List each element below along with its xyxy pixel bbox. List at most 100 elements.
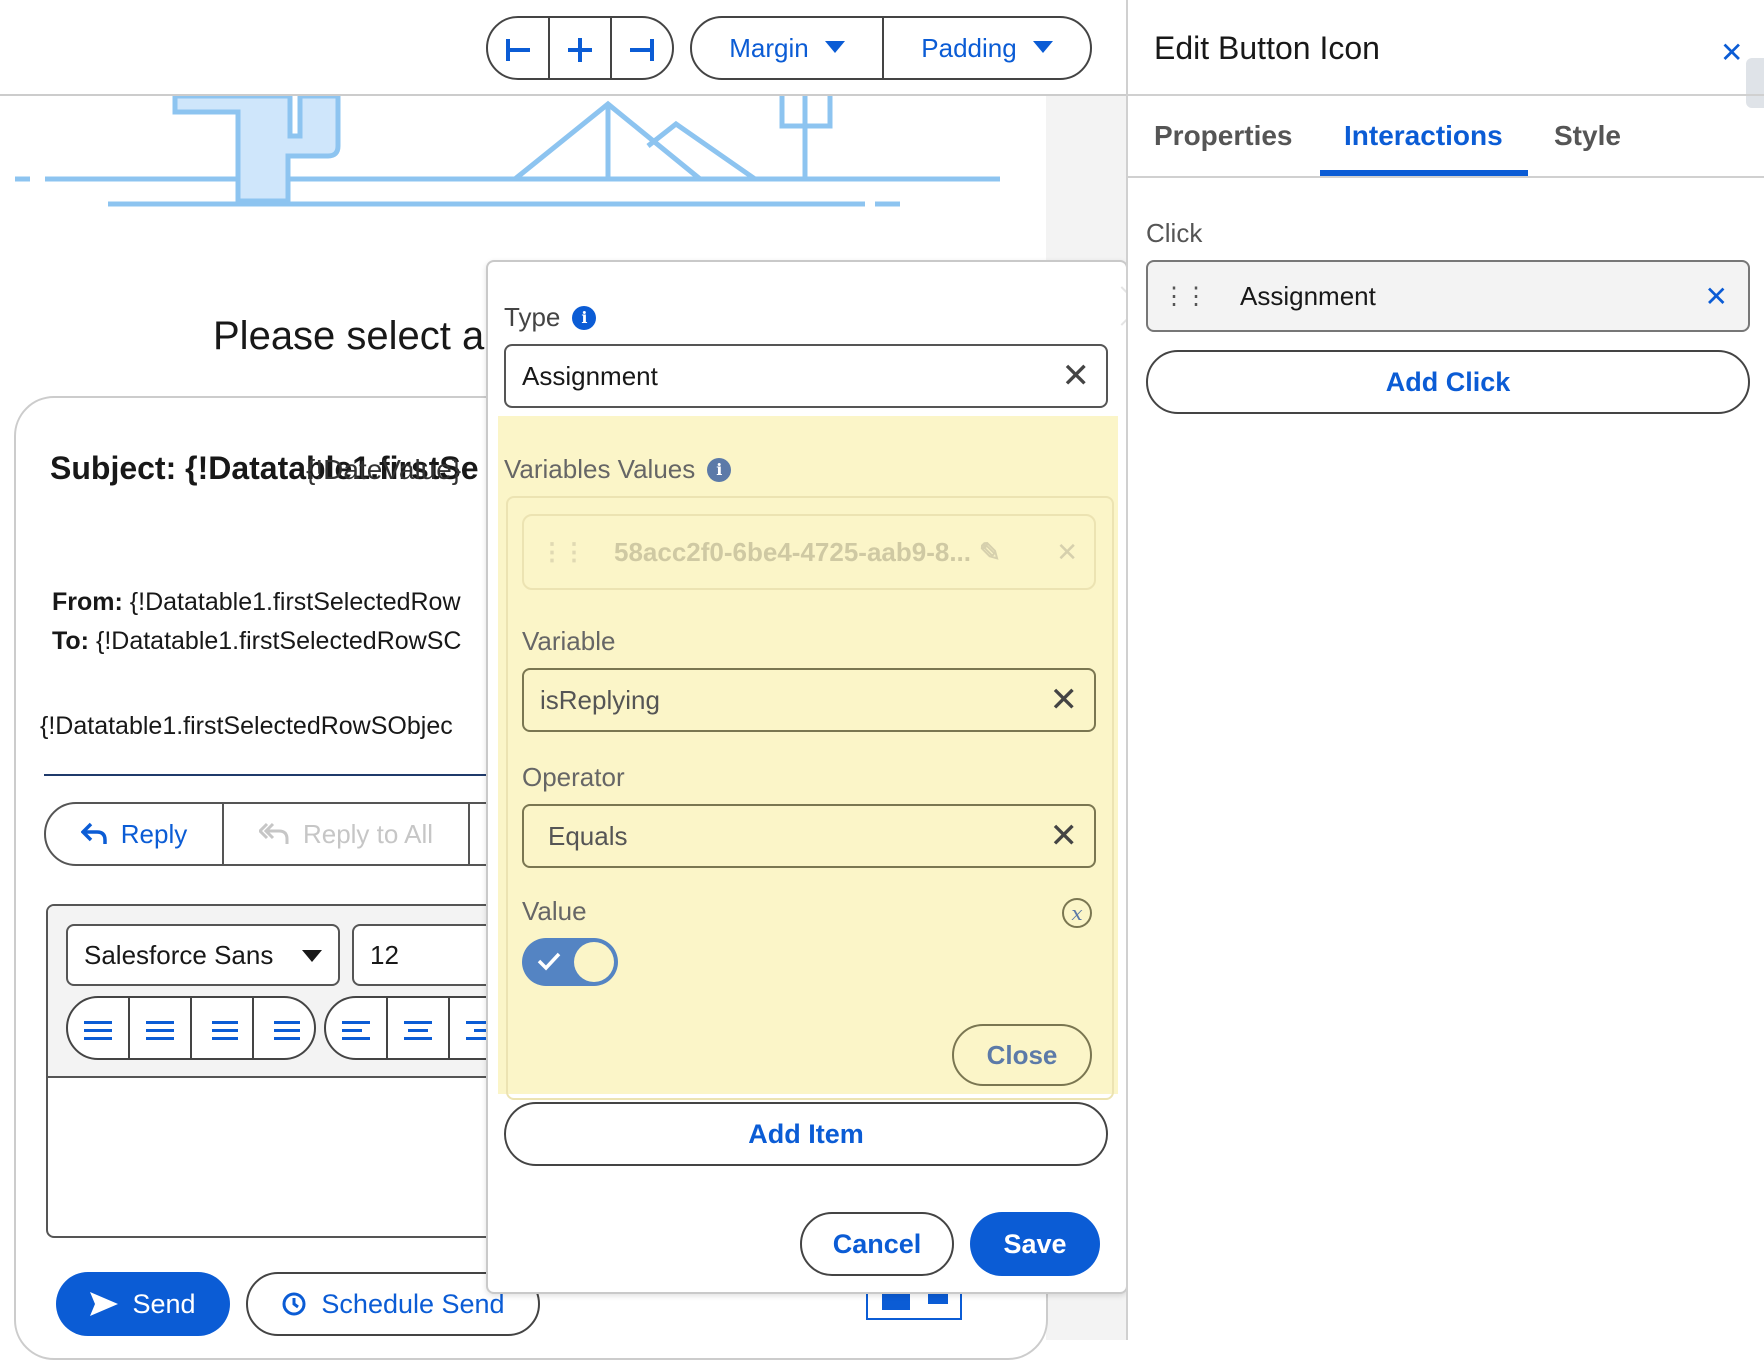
numbered-list-icon	[146, 1020, 174, 1040]
to-value: {!Datatable1.firstSelectedRowSC	[95, 627, 462, 655]
send-icon	[90, 1292, 119, 1316]
align-right-button[interactable]	[612, 18, 672, 78]
from-value: {!Datatable1.firstSelectedRow	[129, 588, 461, 616]
operator-label: Operator	[522, 762, 625, 792]
margin-label: Margin	[729, 32, 809, 63]
variable-item-id: 58acc2f0-6be4-4725-aab9-8...	[614, 536, 972, 567]
add-item-button[interactable]: Add Item	[504, 1102, 1108, 1166]
desert-illustration	[15, 96, 1000, 207]
reply-all-label: Reply to All	[302, 818, 434, 849]
cancel-label: Cancel	[832, 1228, 922, 1259]
toggle-knob	[574, 942, 614, 982]
align-text-center-icon	[404, 1020, 432, 1040]
schedule-send-label: Schedule Send	[321, 1288, 505, 1319]
outdent-button[interactable]	[254, 998, 314, 1058]
panel-header-divider	[1128, 94, 1764, 96]
variables-values-label: Variables Values i	[504, 454, 732, 485]
reply-label: Reply	[120, 818, 188, 849]
save-button[interactable]: Save	[970, 1212, 1100, 1276]
font-size-value: 12	[370, 939, 399, 970]
active-tab-indicator	[1320, 170, 1528, 176]
close-panel-icon[interactable]: ✕	[1720, 36, 1743, 69]
add-click-button[interactable]: Add Click	[1146, 350, 1750, 414]
font-family-value: Salesforce Sans	[84, 939, 274, 970]
variable-item-header[interactable]: ⋮⋮ 58acc2f0-6be4-4725-aab9-8... ✎ ✕	[522, 514, 1096, 590]
clock-icon	[282, 1292, 306, 1316]
type-label: Type i	[504, 302, 597, 333]
clear-operator-icon[interactable]: ✕	[1050, 819, 1079, 853]
align-right-icon	[630, 39, 654, 61]
subject-label: Subject:	[50, 450, 177, 486]
send-label: Send	[132, 1288, 196, 1319]
add-click-label: Add Click	[1385, 366, 1511, 397]
reply-all-icon	[258, 822, 289, 844]
outdent-icon	[268, 1020, 300, 1040]
send-button[interactable]: Send	[56, 1272, 230, 1336]
panel-title: Edit Button Icon	[1154, 30, 1380, 66]
reply-all-button[interactable]: Reply to All	[224, 804, 470, 864]
clear-variable-icon[interactable]: ✕	[1050, 683, 1079, 717]
from-label: From:	[52, 588, 123, 616]
body-preview: {!Datatable1.firstSelectedRowSObjec	[40, 712, 453, 740]
numbered-list-button[interactable]	[130, 998, 192, 1058]
operator-value: Equals	[548, 820, 628, 851]
remove-item-icon[interactable]: ✕	[1056, 537, 1078, 568]
chevron-down-icon	[824, 41, 845, 53]
align-text-left-icon	[342, 1020, 370, 1040]
tab-interactions[interactable]: Interactions	[1344, 120, 1503, 152]
pencil-icon[interactable]: ✎	[979, 537, 1001, 568]
variables-section: Variables Values i ⋮⋮ 58acc2f0-6be4-4725…	[498, 416, 1118, 1100]
chevron-down-icon	[1032, 41, 1053, 53]
variable-field[interactable]: isReplying ✕	[522, 668, 1096, 732]
remove-click-icon[interactable]: ✕	[1705, 280, 1728, 313]
click-item-label: Assignment	[1240, 280, 1376, 311]
type-field[interactable]: Assignment ✕	[504, 344, 1108, 408]
value-toggle[interactable]	[522, 938, 618, 986]
type-label-text: Type	[504, 302, 561, 332]
close-label: Close	[986, 1039, 1058, 1070]
edit-panel: Edit Button Icon ✕ Properties Interactio…	[1126, 0, 1764, 1340]
margin-dropdown[interactable]: Margin	[692, 18, 884, 78]
add-item-label: Add Item	[748, 1118, 864, 1149]
indent-icon	[206, 1020, 238, 1040]
subject-value: {!Datatab	[185, 450, 326, 486]
info-icon[interactable]: i	[707, 457, 732, 482]
bullet-list-icon	[84, 1020, 112, 1040]
align-text-center-button[interactable]	[388, 998, 450, 1058]
drag-handle-icon[interactable]: ⋮⋮	[1162, 282, 1208, 311]
body-divider	[44, 774, 504, 776]
close-button[interactable]: Close	[952, 1024, 1092, 1086]
variable-value: isReplying	[540, 684, 660, 715]
bullet-list-button[interactable]	[68, 998, 130, 1058]
clear-type-icon[interactable]: ✕	[1062, 359, 1091, 393]
click-label: Click	[1146, 218, 1203, 248]
variables-values-text: Variables Values	[504, 454, 696, 484]
click-item[interactable]: ⋮⋮ Assignment ✕	[1146, 260, 1750, 332]
chevron-down-icon	[302, 950, 322, 962]
align-left-button[interactable]	[488, 18, 550, 78]
info-icon[interactable]: i	[572, 305, 597, 330]
tab-style[interactable]: Style	[1554, 120, 1621, 152]
plus-icon	[568, 38, 592, 62]
formula-variable-icon[interactable]: x	[1062, 898, 1092, 928]
font-family-select[interactable]: Salesforce Sans	[66, 924, 340, 986]
page-heading: Please select ar	[213, 314, 498, 358]
variable-item-card: ⋮⋮ 58acc2f0-6be4-4725-aab9-8... ✎ ✕ Vari…	[506, 496, 1114, 1100]
reply-button[interactable]: Reply	[46, 804, 224, 864]
to-label: To:	[52, 627, 90, 655]
align-text-left-button[interactable]	[326, 998, 388, 1058]
component-selection-badge[interactable]	[866, 1290, 962, 1320]
reply-button-group: Reply Reply to All	[44, 802, 492, 866]
spacing-button-group: Margin Padding	[690, 16, 1092, 80]
reply-icon	[80, 822, 107, 844]
padding-label: Padding	[921, 32, 1017, 63]
cancel-button[interactable]: Cancel	[800, 1212, 954, 1276]
padding-dropdown[interactable]: Padding	[884, 18, 1090, 78]
drag-handle-icon[interactable]: ⋮⋮	[540, 538, 586, 567]
add-button[interactable]	[550, 18, 612, 78]
indent-button[interactable]	[192, 998, 254, 1058]
text-align-group	[324, 996, 512, 1060]
operator-field[interactable]: Equals ✕	[522, 804, 1096, 868]
alignment-button-group	[486, 16, 674, 80]
tab-properties[interactable]: Properties	[1154, 120, 1293, 152]
